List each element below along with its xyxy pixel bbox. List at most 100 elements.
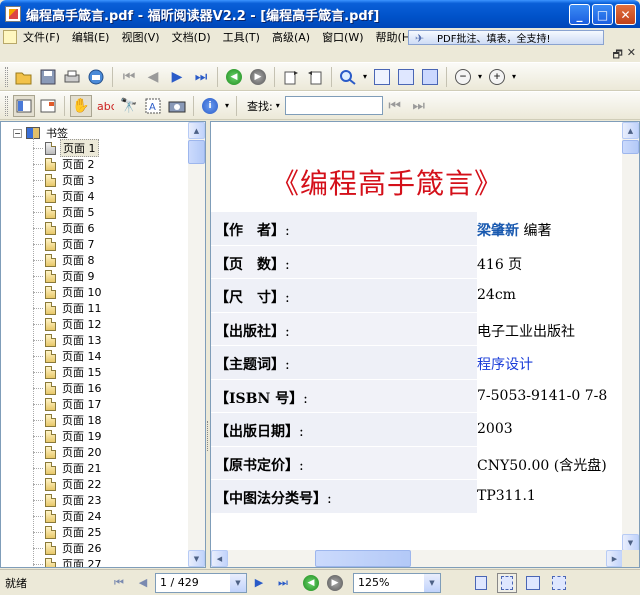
- bookmark-item[interactable]: 页面 4: [33, 188, 104, 204]
- page-dropdown-icon[interactable]: ▼: [230, 573, 246, 592]
- bookmark-item[interactable]: 页面 21: [33, 460, 104, 476]
- actual-size-icon[interactable]: [371, 66, 393, 88]
- find-prev-icon[interactable]: ⏮: [384, 95, 406, 117]
- email-icon[interactable]: [85, 66, 107, 88]
- save-icon[interactable]: [37, 66, 59, 88]
- scroll-thumb[interactable]: [622, 140, 639, 154]
- snapshot-icon[interactable]: [166, 95, 188, 117]
- minimize-button[interactable]: _: [569, 4, 590, 25]
- menu-edit[interactable]: 编辑(E): [66, 29, 116, 45]
- print-icon[interactable]: [61, 66, 83, 88]
- bookmark-item[interactable]: 页面 5: [33, 204, 104, 220]
- bookmark-item[interactable]: 页面 12: [33, 316, 104, 332]
- bookmark-scrollbar[interactable]: ▲ ▼: [188, 122, 205, 567]
- continuous-icon[interactable]: [497, 572, 517, 593]
- continuous-facing-icon[interactable]: [549, 573, 569, 593]
- menu-view[interactable]: 视图(V): [115, 29, 165, 45]
- maximize-button[interactable]: □: [592, 4, 613, 25]
- bookmark-item[interactable]: 页面 14: [33, 348, 104, 364]
- single-page-icon[interactable]: [471, 573, 491, 593]
- bookmark-item[interactable]: 页面 11: [33, 300, 104, 316]
- prev-page-icon[interactable]: ◀: [133, 573, 153, 593]
- menu-document[interactable]: 文档(D): [166, 29, 217, 45]
- bookmark-item[interactable]: 页面 26: [33, 540, 104, 556]
- bookmark-item[interactable]: 页面 13: [33, 332, 104, 348]
- back-icon[interactable]: ◀: [223, 66, 245, 88]
- forward-icon[interactable]: ▶: [325, 573, 345, 593]
- close-button[interactable]: ✕: [615, 4, 636, 25]
- facing-icon[interactable]: [523, 573, 543, 593]
- rotate-cw-icon[interactable]: [280, 66, 302, 88]
- bookmark-item[interactable]: 页面 8: [33, 252, 104, 268]
- document-view[interactable]: 《编程高手箴言》 【作 者】: 梁肇新 编著 【页 数】: 416 页【尺 寸】: 24…: [210, 121, 640, 568]
- first-page-icon[interactable]: ⏮: [109, 573, 129, 593]
- bookmark-item[interactable]: 页面 25: [33, 524, 104, 540]
- bookmark-item[interactable]: 页面 19: [33, 428, 104, 444]
- bookmark-item[interactable]: 页面 20: [33, 444, 104, 460]
- forward-icon[interactable]: ▶: [247, 66, 269, 88]
- next-page-icon[interactable]: ▶: [249, 573, 269, 593]
- zoom-dropdown-icon[interactable]: ▾: [361, 66, 369, 88]
- open-folder-icon[interactable]: [13, 66, 35, 88]
- rotate-ccw-icon[interactable]: [304, 66, 326, 88]
- scroll-down-icon[interactable]: ▼: [622, 534, 639, 551]
- back-icon[interactable]: ◀: [301, 573, 321, 593]
- scroll-left-icon[interactable]: ◀: [211, 550, 228, 567]
- thumbnails-panel-icon[interactable]: [37, 95, 59, 117]
- find-next-icon[interactable]: ⏭: [408, 95, 430, 117]
- toolbar-grip[interactable]: [5, 95, 8, 116]
- zoom-in-icon[interactable]: +: [486, 66, 508, 88]
- menu-file[interactable]: 文件(F): [17, 29, 66, 45]
- zoom-out-icon[interactable]: −: [452, 66, 474, 88]
- promo-banner[interactable]: ✈ PDF批注、填表，全支持!: [408, 30, 604, 45]
- document-vertical-scrollbar[interactable]: ▲ ▼: [622, 122, 639, 551]
- page-number-field[interactable]: 1 / 429 ▼: [155, 572, 247, 593]
- zoom-out-dropdown-icon[interactable]: ▾: [476, 66, 484, 88]
- next-page-icon[interactable]: ▶: [166, 66, 188, 88]
- bookmark-item[interactable]: 页面 10: [33, 284, 104, 300]
- bookmark-item[interactable]: 页面 1: [33, 139, 104, 157]
- first-page-icon[interactable]: ⏮: [118, 66, 140, 88]
- last-page-icon[interactable]: ⏭: [190, 66, 212, 88]
- scroll-up-icon[interactable]: ▲: [188, 122, 205, 139]
- scroll-down-icon[interactable]: ▼: [188, 550, 205, 567]
- toolbar-grip[interactable]: [5, 66, 8, 87]
- bookmark-item[interactable]: 页面 16: [33, 380, 104, 396]
- bookmark-item[interactable]: 页面 27: [33, 556, 104, 567]
- prev-page-icon[interactable]: ◀: [142, 66, 164, 88]
- text-select-icon[interactable]: abc: [94, 95, 116, 117]
- scroll-right-icon[interactable]: ▶: [606, 550, 623, 567]
- bookmark-item[interactable]: 页面 23: [33, 492, 104, 508]
- bookmarks-panel-icon[interactable]: [13, 94, 35, 117]
- zoom-level-field[interactable]: 125% ▼: [353, 572, 441, 593]
- bookmark-item[interactable]: 页面 18: [33, 412, 104, 428]
- bookmark-item[interactable]: 页面 2: [33, 156, 104, 172]
- bookmark-item[interactable]: 页面 6: [33, 220, 104, 236]
- zoom-in-dropdown-icon[interactable]: ▾: [510, 66, 518, 88]
- last-page-icon[interactable]: ⏭: [273, 573, 293, 593]
- search-options-icon[interactable]: ▾: [276, 101, 280, 110]
- zoom-dropdown-icon[interactable]: ▼: [424, 573, 440, 592]
- bookmark-item[interactable]: 页面 9: [33, 268, 104, 284]
- hand-tool-icon[interactable]: ✋: [70, 94, 92, 117]
- select-text-icon[interactable]: A: [142, 95, 164, 117]
- menu-tools[interactable]: 工具(T): [217, 29, 266, 45]
- bookmark-item[interactable]: 页面 3: [33, 172, 104, 188]
- bookmark-item[interactable]: 页面 15: [33, 364, 104, 380]
- document-horizontal-scrollbar[interactable]: ◀ ▶: [211, 550, 623, 567]
- bookmark-item[interactable]: 页面 17: [33, 396, 104, 412]
- info-value-text[interactable]: 程序设计: [477, 357, 533, 373]
- bookmark-item[interactable]: 页面 24: [33, 508, 104, 524]
- menu-advanced[interactable]: 高级(A): [266, 29, 316, 45]
- fit-width-icon[interactable]: [419, 66, 441, 88]
- find-icon[interactable]: 🔭: [118, 95, 140, 117]
- horizontal-scroll-thumb[interactable]: [315, 550, 411, 567]
- scroll-up-icon[interactable]: ▲: [622, 122, 639, 139]
- menu-window[interactable]: 窗口(W): [316, 29, 369, 45]
- collapse-icon[interactable]: −: [13, 128, 22, 138]
- bookmark-item[interactable]: 页面 7: [33, 236, 104, 252]
- search-input[interactable]: [284, 96, 383, 115]
- zoom-icon[interactable]: [337, 66, 359, 88]
- info-dropdown-icon[interactable]: ▾: [223, 95, 231, 117]
- info-icon[interactable]: i: [199, 95, 221, 117]
